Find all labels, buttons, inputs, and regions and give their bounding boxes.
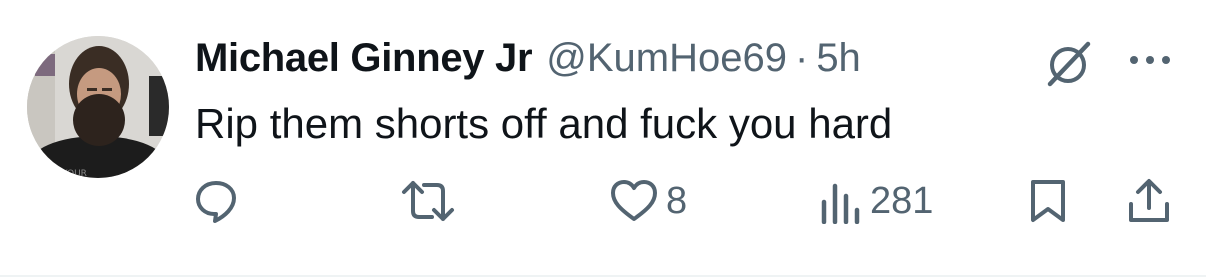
- user-handle[interactable]: @KumHoe69: [546, 36, 787, 81]
- share-icon: [1129, 179, 1169, 222]
- tweet-text: Rip them shorts off and fuck you hard: [195, 100, 893, 147]
- avatar[interactable]: YOUR: [27, 36, 169, 178]
- retweet-button[interactable]: [400, 178, 456, 224]
- like-button[interactable]: 8: [610, 178, 687, 224]
- timestamp[interactable]: 5h: [816, 36, 861, 81]
- like-count: 8: [666, 179, 688, 222]
- bookmark-icon: [1031, 180, 1065, 222]
- like-icon: [611, 180, 657, 221]
- reply-button[interactable]: [193, 178, 239, 224]
- tweet-header: Michael Ginney Jr @KumHoe69 · 5h: [195, 36, 861, 86]
- more-icon[interactable]: [1126, 50, 1174, 70]
- share-button[interactable]: [1126, 178, 1172, 224]
- view-count: 281: [870, 179, 934, 222]
- svg-text:YOUR: YOUR: [61, 169, 87, 178]
- bookmark-button[interactable]: [1028, 178, 1068, 224]
- retweet-icon: [402, 181, 454, 221]
- separator-dot: ·: [794, 36, 809, 80]
- display-name[interactable]: Michael Ginney Jr: [195, 36, 533, 81]
- grok-icon[interactable]: [1040, 38, 1096, 90]
- reply-icon: [196, 181, 236, 223]
- views-button[interactable]: 281: [818, 178, 933, 224]
- views-icon: [821, 183, 860, 224]
